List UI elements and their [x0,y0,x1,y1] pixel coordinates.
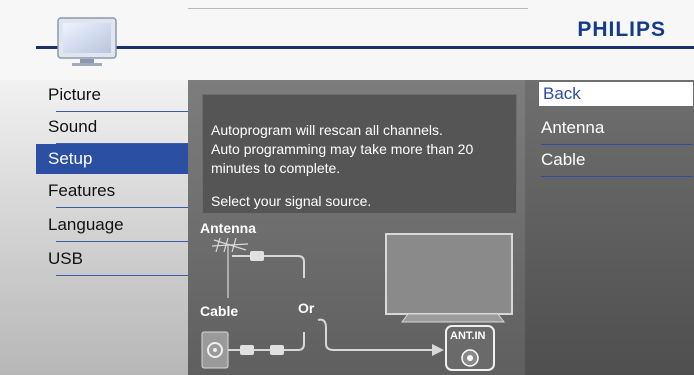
tv-icon [57,17,117,66]
center-panel: Autoprogram will rescan all channels. Au… [188,80,525,375]
ant-in-label: ANT.IN [450,330,486,342]
option-divider [541,144,693,145]
brand-logo: PHILIPS [577,18,666,41]
tv-diagram-icon [385,233,513,323]
message-box: Autoprogram will rescan all channels. Au… [202,94,517,214]
right-menu: Back Antenna Cable [525,80,694,375]
diagram-drawing [201,233,513,371]
menu-item-language[interactable]: Language [36,212,216,244]
menu-item-setup[interactable]: Setup [36,144,188,174]
menu-item-label: USB [48,249,83,268]
prompt-text: Select your signal source. [211,193,372,209]
option-divider [541,176,693,177]
option-cable[interactable]: Cable [541,150,585,170]
message-line: Auto programming may take more than 20 [211,141,474,157]
header-divider [188,8,528,9]
menu-item-label: Sound [48,117,98,136]
menu-item-sound[interactable]: Sound [36,114,216,146]
message-text: Autoprogram will rescan all channels. Au… [211,121,511,178]
menu-item-label: Setup [48,149,93,168]
connector-icon [270,345,284,355]
message-line: Autoprogram will rescan all channels. [211,122,443,138]
header-rule [36,46,694,49]
menu-item-features[interactable]: Features [36,178,216,210]
antenna-icon [211,237,249,298]
header-bar: PHILIPS [0,0,694,80]
option-antenna[interactable]: Antenna [541,118,604,138]
menu-item-usb[interactable]: USB [36,246,216,278]
option-back[interactable]: Back [539,82,693,106]
message-line: minutes to complete. [211,160,341,176]
menu-item-label: Picture [48,85,101,104]
connector-icon [240,345,254,355]
menu-item-picture[interactable]: Picture [36,82,216,114]
left-menu: Picture Sound Setup Features Language US… [0,80,216,375]
menu-item-label: Language [48,215,124,234]
connector-icon [250,251,264,261]
connection-diagram: Antenna Cable Or ANT.IN [188,218,525,375]
menu-item-label: Features [48,181,116,200]
